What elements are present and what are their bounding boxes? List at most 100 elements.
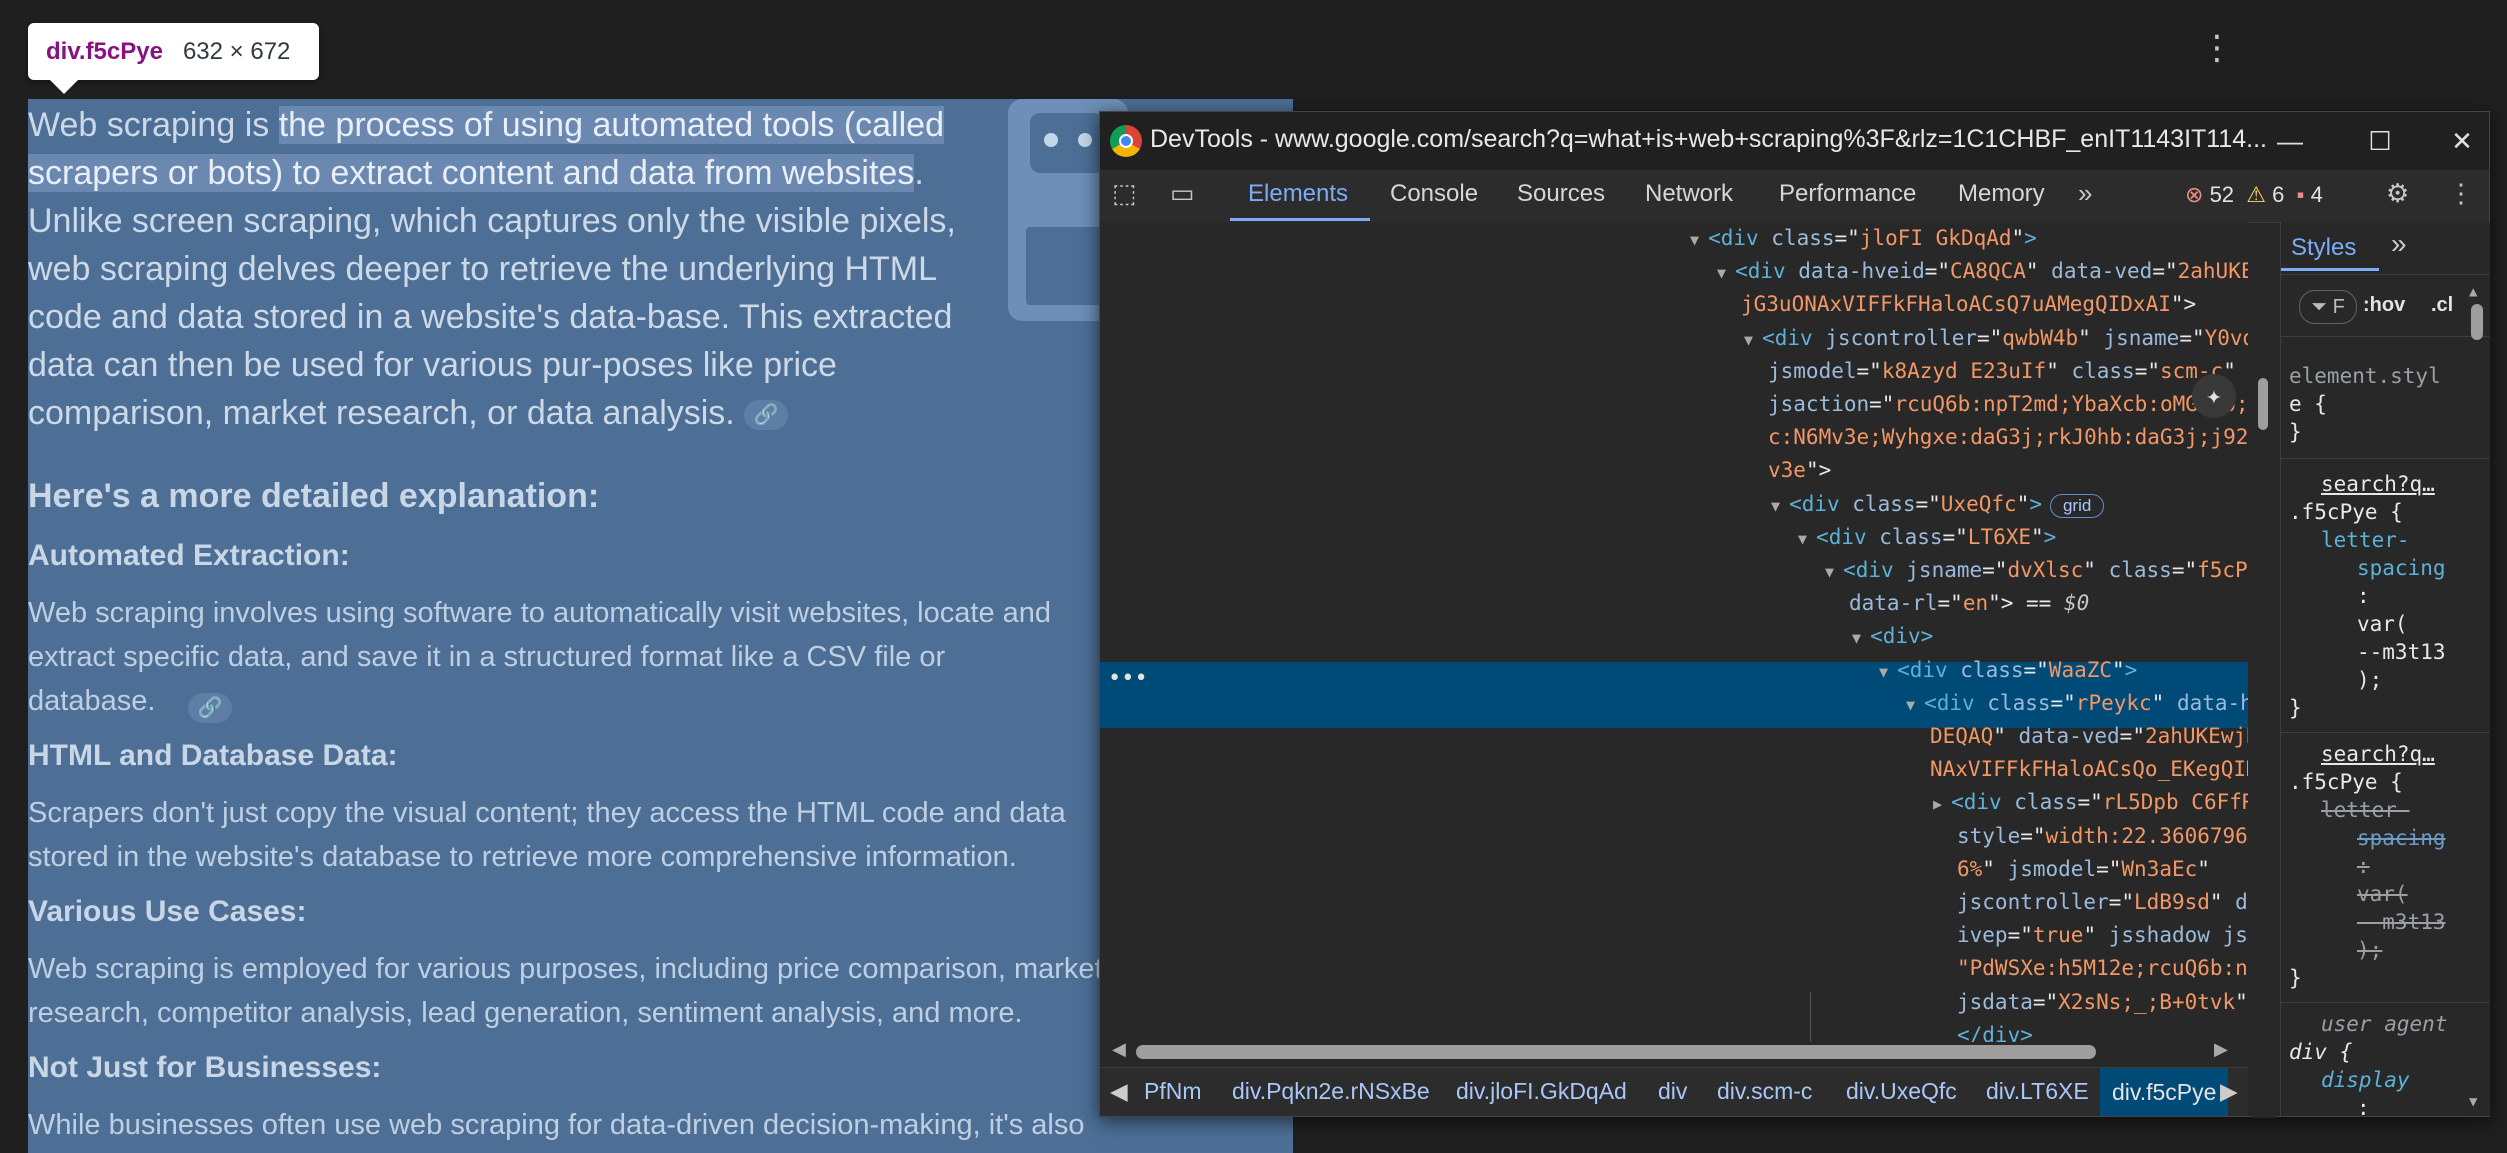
filter-input[interactable]: ⏷ F <box>2299 290 2357 324</box>
rule1-prop-line[interactable]: spacing <box>2357 554 2446 582</box>
settings-gear-icon[interactable]: ⚙ <box>2386 178 2409 209</box>
rule1-prop-line[interactable]: --m3t13 <box>2357 638 2446 666</box>
collapse-triangle-icon[interactable]: ▼ <box>1825 563 1843 581</box>
tree-vertical-scroll-thumb[interactable] <box>2258 378 2268 430</box>
accessibility-icon[interactable]: ✦ <box>2192 374 2236 418</box>
breadcrumb-item[interactable]: div <box>1658 1078 1687 1105</box>
tab-elements[interactable]: Elements <box>1248 180 1348 208</box>
tab-styles[interactable]: Styles <box>2291 234 2356 262</box>
expand-triangle-icon[interactable]: ▶ <box>1933 795 1951 813</box>
collapse-triangle-icon[interactable]: ▼ <box>1690 231 1708 249</box>
grid-badge[interactable]: grid <box>2049 493 2105 518</box>
minimize-button[interactable]: — <box>2260 120 2320 162</box>
tree-horizontal-scrollbar[interactable]: ◀ ▶ <box>1100 1037 2248 1067</box>
dom-token: qwbW4b <box>2002 325 2079 350</box>
cls-toggle[interactable]: .cl <box>2431 294 2453 317</box>
breadcrumb-item[interactable]: div.LT6XE <box>1986 1078 2089 1105</box>
maximize-button[interactable]: ☐ <box>2350 120 2410 162</box>
dom-node-line[interactable]: jG3uONAxVIFFkFHaloACsQ7uAMegQIDxAI"> <box>1741 288 2196 321</box>
dom-node-line[interactable]: ▼ <div class="WaaZC"> <box>1879 654 2137 687</box>
tab-sources[interactable]: Sources <box>1517 180 1605 208</box>
styles-scroll-up-icon[interactable]: ▲ <box>2469 284 2477 300</box>
devtools-menu-icon[interactable]: ⋮ <box>2448 178 2474 209</box>
dom-token: "> <box>2235 989 2248 1014</box>
styles-scroll-thumb[interactable] <box>2471 304 2483 340</box>
dom-node-line[interactable]: ▼ <div class="LT6XE"> <box>1798 521 2056 554</box>
selected-dom-node-line[interactable]: data-rl="en"> == $0 <box>1849 587 2089 620</box>
dom-node-line[interactable]: "PdWSXe:h5M12e;rcuQ6b:npT <box>1957 952 2248 985</box>
link-icon[interactable]: 🔗 <box>744 400 789 431</box>
breadcrumb-item[interactable]: div.Pqkn2e.rNSxBe <box>1232 1078 1430 1105</box>
styles-scrollbar[interactable]: ▲ ▼ <box>2467 284 2487 1114</box>
rule2-overridden-line[interactable]: spacing <box>2357 824 2446 852</box>
elements-tree[interactable]: ••• ▼ <div class="jloFI GkDqAd"> ▼ <div d… <box>1100 222 2248 1042</box>
rule1-prop-line[interactable]: var( <box>2357 610 2408 638</box>
crumb-scroll-left-icon[interactable]: ◀ <box>1110 1078 1128 1105</box>
dom-node-line[interactable]: 6%" jsmodel="Wn3aEc" <box>1957 853 2210 886</box>
scroll-left-icon[interactable]: ◀ <box>1112 1039 1126 1060</box>
rule2-source-link[interactable]: search?q… <box>2321 740 2435 768</box>
dom-token: "> == <box>1988 591 2064 616</box>
breadcrumb-item[interactable]: div.jloFI.GkDqAd <box>1456 1078 1627 1105</box>
more-panes-icon[interactable]: » <box>2391 228 2407 260</box>
rule1-prop-line[interactable]: letter- <box>2321 526 2410 554</box>
inspect-element-icon[interactable]: ⬚ <box>1112 178 1137 209</box>
collapse-triangle-icon[interactable]: ▼ <box>1906 696 1924 714</box>
styles-scroll-down-icon[interactable]: ▼ <box>2469 1094 2477 1110</box>
dom-node-line[interactable]: jsmodel="k8Azyd E23uIf" class="scm-c" <box>1768 355 2236 388</box>
dom-node-line[interactable]: ▼ <div> <box>1852 620 1933 653</box>
tab-console[interactable]: Console <box>1390 180 1478 208</box>
devtools-titlebar[interactable]: DevTools - www.google.com/search?q=what+… <box>1100 112 2489 170</box>
scroll-right-icon[interactable]: ▶ <box>2214 1039 2228 1060</box>
collapse-triangle-icon[interactable]: ▼ <box>1879 663 1897 681</box>
node-actions-icon[interactable]: ••• <box>1108 666 1148 691</box>
dom-node-line[interactable]: jsaction="rcuQ6b:npT2md;YbaXcb:oMGkAb; <box>1768 388 2248 421</box>
dom-node-line[interactable]: ▼ <div class="rPeykc" data-hveid <box>1906 687 2248 720</box>
more-tabs-icon[interactable]: » <box>2078 178 2092 209</box>
close-button[interactable]: ✕ <box>2432 120 2492 162</box>
breadcrumb-item-selected[interactable]: div.f5cPye <box>2100 1068 2229 1116</box>
collapse-triangle-icon[interactable]: ▼ <box>1852 629 1870 647</box>
dom-node-line[interactable]: ▼ <div data-hveid="CA8QCA" data-ved="2ah… <box>1717 255 2248 288</box>
issue-counters[interactable]: ⊗ 52 ⚠ 6 ▪ 4 <box>2185 182 2323 208</box>
rule2-overridden-line[interactable]: var( <box>2357 880 2408 908</box>
breadcrumb-item[interactable]: div.UxeQfc <box>1846 1078 1957 1105</box>
dom-node-line[interactable]: ▼ <div class="jloFI GkDqAd"> <box>1690 222 2037 255</box>
selected-dom-node-line[interactable]: ▼ <div jsname="dvXlsc" class="f5cPye <box>1825 554 2248 587</box>
hov-toggle[interactable]: :hov <box>2363 294 2405 317</box>
dom-node-line[interactable]: style="width:22.3606796085 <box>1957 820 2248 853</box>
dom-node-line[interactable]: jscontroller="LdB9sd" data <box>1957 886 2248 919</box>
dom-node-line[interactable]: ▼ <div class="UxeQfc"> grid <box>1771 488 2105 521</box>
breadcrumb-item[interactable]: div.scm-c <box>1717 1078 1812 1105</box>
dom-token: UxeQfc <box>1940 491 2017 516</box>
dom-node-line[interactable]: ▶ <div class="rL5Dpb C6FfRd <box>1933 786 2248 819</box>
tree-vertical-scrollbar[interactable] <box>2252 248 2276 1118</box>
rule2-overridden-line[interactable]: letter- <box>2321 796 2410 824</box>
rule1-source-link[interactable]: search?q… <box>2321 470 2435 498</box>
crumb-scroll-right-icon[interactable]: ▶ <box>2220 1078 2238 1105</box>
dom-node-line[interactable]: NAxVIFFkFHaloACsQo_EKegQIMR <box>1930 753 2248 786</box>
dom-node-line[interactable]: DEQAQ" data-ved="2ahUKEwjRu <box>1930 720 2248 753</box>
dom-node-line[interactable]: c:N6Mv3e;Wyhgxe:daG3j;rkJ0hb:daG3j;j92 <box>1768 421 2248 454</box>
link-icon[interactable]: 🔗 <box>188 693 232 723</box>
dom-token: =" <box>2032 989 2059 1014</box>
tab-memory[interactable]: Memory <box>1958 180 2045 208</box>
tree-horizontal-scroll-thumb[interactable] <box>1136 1045 2096 1059</box>
device-toolbar-icon[interactable]: ▭ <box>1170 178 1195 209</box>
more-options-icon[interactable]: ⋮ <box>2200 28 2234 68</box>
dom-token: class <box>2014 790 2078 815</box>
breadcrumb-item[interactable]: PfNm <box>1144 1078 1202 1105</box>
collapse-triangle-icon[interactable]: ▼ <box>1717 264 1735 282</box>
collapse-triangle-icon[interactable]: ▼ <box>1798 530 1816 548</box>
tab-performance[interactable]: Performance <box>1779 180 1916 208</box>
section-text-line: Web scraping involves using software to … <box>28 597 1052 629</box>
dom-node-line[interactable]: v3e"> <box>1768 454 1831 487</box>
dom-node-line[interactable]: jsdata="X2sNs;_;B+0tvk"> <box>1957 986 2248 1019</box>
dom-node-line[interactable]: ▼ <div jscontroller="qwbW4b" jsname="Y0v… <box>1744 322 2248 355</box>
rule2-overridden-line[interactable]: --m3t13 <box>2357 908 2446 936</box>
collapse-triangle-icon[interactable]: ▼ <box>1744 331 1762 349</box>
collapse-triangle-icon[interactable]: ▼ <box>1771 497 1789 515</box>
dom-node-line[interactable]: ivep="true" jsshadow jsac <box>1957 919 2248 952</box>
tab-network[interactable]: Network <box>1645 180 1733 208</box>
rule2-close: } <box>2289 966 2302 990</box>
